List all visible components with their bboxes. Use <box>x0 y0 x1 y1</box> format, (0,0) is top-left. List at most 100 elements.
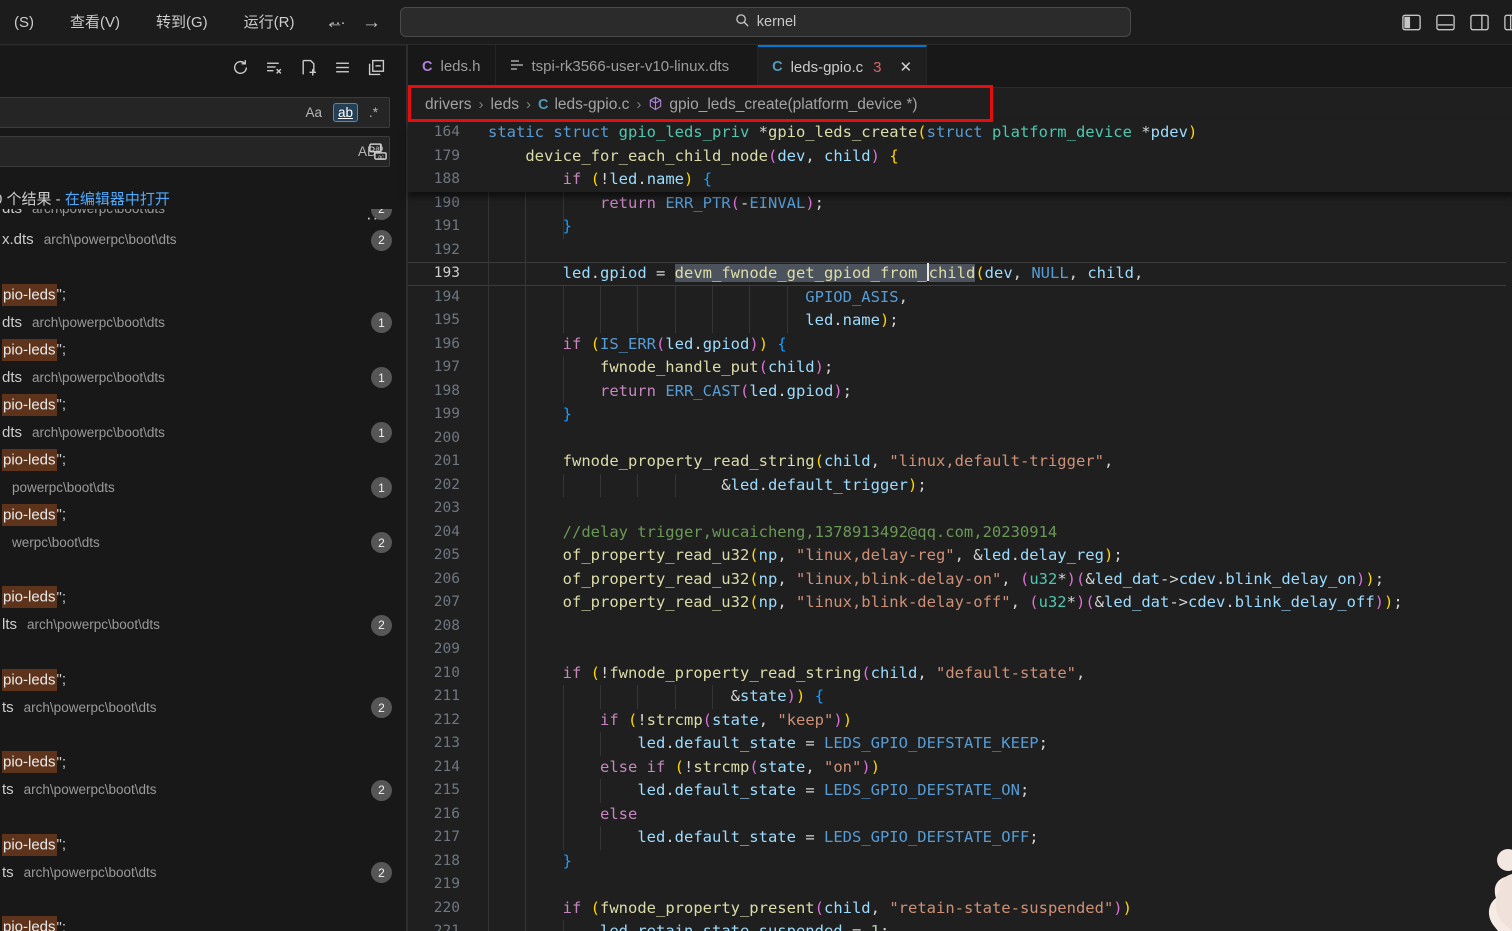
replace-all-icon[interactable]: abac <box>368 141 388 166</box>
clear-search-results-icon[interactable] <box>264 57 284 77</box>
code-line-201[interactable]: 201 fwnode_property_read_string(child, "… <box>408 450 1512 474</box>
tab-leds.h[interactable]: Cleds.h <box>408 45 496 88</box>
result-match-row[interactable]: pio-leds"; <box>0 584 406 612</box>
line-number: 193 <box>408 262 460 286</box>
result-file-row[interactable]: dtsarch\powerpc\boot\dts1 <box>0 309 406 337</box>
menu-item-run[interactable]: 运行(R) <box>226 0 313 45</box>
menu-item-goto[interactable]: 转到(G) <box>138 0 226 45</box>
code-line-221[interactable]: 221 led.retain_state_suspended = 1; <box>408 920 1512 931</box>
collapse-all-icon[interactable] <box>366 57 386 77</box>
code-line-188[interactable]: 188 if (!led.name) { <box>408 168 1512 192</box>
code-line-202[interactable]: 202 &led.default_trigger); <box>408 474 1512 498</box>
result-match-row-empty <box>0 886 406 914</box>
result-file-row[interactable]: ltsarch\powerpc\boot\dts2 <box>0 611 406 639</box>
code-line-179[interactable]: 179 device_for_each_child_node(dev, chil… <box>408 145 1512 169</box>
result-match-row[interactable]: pio-leds"; <box>0 446 406 474</box>
code-line-196[interactable]: 196 if (IS_ERR(led.gpiod)) { <box>408 333 1512 357</box>
breadcrumb-item-leds-gpio.c[interactable]: Cleds-gpio.c <box>538 96 629 114</box>
command-center-search[interactable]: kernel <box>400 7 1131 37</box>
code-line-208[interactable]: 208 <box>408 615 1512 639</box>
result-file-row[interactable]: x.dtsarch\powerpc\boot\dts2 <box>0 226 406 254</box>
result-file-row[interactable]: dtsarch\powerpc\boot\dts1 <box>0 364 406 392</box>
result-file-row[interactable]: tsarch\powerpc\boot\dts2 <box>0 776 406 804</box>
result-match-row[interactable]: pio-leds"; <box>0 501 406 529</box>
code-line-216[interactable]: 216 else <box>408 803 1512 827</box>
back-arrow-icon[interactable]: ← <box>325 12 344 34</box>
tab-badge: 3 <box>873 59 881 76</box>
match-case-toggle[interactable]: Aa <box>300 103 327 122</box>
code-line-193[interactable]: 193 led.gpiod = devm_fwnode_get_gpiod_fr… <box>408 262 1512 286</box>
menu-item-selection[interactable]: (S) <box>0 0 52 45</box>
code-line-207[interactable]: 207 of_property_read_u32(np, "linux,blin… <box>408 591 1512 615</box>
code-line-218[interactable]: 218 } <box>408 850 1512 874</box>
result-file-row[interactable]: dtsarch\powerpc\boot\dts2 <box>0 209 406 223</box>
line-number: 215 <box>408 779 460 803</box>
code-line-195[interactable]: 195 led.name); <box>408 309 1512 333</box>
view-as-list-icon[interactable] <box>332 57 352 77</box>
toggle-secondary-sidebar-icon[interactable] <box>1469 12 1490 33</box>
whole-word-toggle[interactable]: ab <box>333 103 358 122</box>
code-line-210[interactable]: 210 if (!fwnode_property_read_string(chi… <box>408 662 1512 686</box>
code-line-190[interactable]: 190 return ERR_PTR(-EINVAL); <box>408 192 1512 216</box>
result-file-row[interactable]: tsarch\powerpc\boot\dts2 <box>0 694 406 722</box>
code-editor[interactable]: 190 return ERR_PTR(-EINVAL);191 }192193 … <box>408 192 1512 931</box>
menu-item-view[interactable]: 查看(V) <box>52 0 138 45</box>
code-line-215[interactable]: 215 led.default_state = LEDS_GPIO_DEFSTA… <box>408 779 1512 803</box>
sticky-scroll: 164static struct gpio_leds_priv *gpio_le… <box>408 121 1512 192</box>
replace-input[interactable]: AB <box>0 136 390 167</box>
code-line-197[interactable]: 197 fwnode_handle_put(child); <box>408 356 1512 380</box>
code-line-203[interactable]: 203 <box>408 497 1512 521</box>
breadcrumb-item-leds[interactable]: leds <box>491 96 519 114</box>
code-line-164[interactable]: 164static struct gpio_leds_priv *gpio_le… <box>408 121 1512 145</box>
code-line-204[interactable]: 204 //delay trigger,wucaicheng,137891349… <box>408 521 1512 545</box>
result-match-row[interactable]: pio-leds"; <box>0 336 406 364</box>
code-line-214[interactable]: 214 else if (!strcmp(state, "on")) <box>408 756 1512 780</box>
code-line-198[interactable]: 198 return ERR_CAST(led.gpiod); <box>408 380 1512 404</box>
regex-toggle[interactable]: .* <box>364 103 383 122</box>
refresh-icon[interactable] <box>230 57 250 77</box>
result-file-row[interactable]: dtsarch\powerpc\boot\dts1 <box>0 419 406 447</box>
code-line-212[interactable]: 212 if (!strcmp(state, "keep")) <box>408 709 1512 733</box>
code-line-209[interactable]: 209 <box>408 638 1512 662</box>
tab-tspi-rk3566-user-v10-linux.dts[interactable]: tspi-rk3566-user-v10-linux.dts <box>496 45 759 88</box>
result-file-row[interactable]: powerpc\boot\dts1 <box>0 474 406 502</box>
result-match-row[interactable]: pio-leds"; <box>0 666 406 694</box>
result-file-name: ts <box>2 699 14 716</box>
result-match-row[interactable]: pio-leds"; <box>0 391 406 419</box>
toggle-panel-icon[interactable] <box>1435 12 1456 33</box>
search-input[interactable]: Aa ab .* <box>0 97 390 128</box>
match-count-badge: 2 <box>371 209 392 220</box>
code-line-205[interactable]: 205 of_property_read_u32(np, "linux,dela… <box>408 544 1512 568</box>
code-line-194[interactable]: 194 GPIOD_ASIS, <box>408 286 1512 310</box>
customize-layout-icon[interactable] <box>1503 12 1512 33</box>
line-number: 179 <box>408 145 460 169</box>
svg-text:ac: ac <box>378 154 384 160</box>
result-file-path: arch\powerpc\boot\dts <box>44 232 177 247</box>
result-match-row[interactable]: pio-leds"; <box>0 831 406 859</box>
toggle-primary-sidebar-icon[interactable] <box>1401 12 1422 33</box>
forward-arrow-icon[interactable]: → <box>362 12 381 34</box>
match-count-badge: 2 <box>371 697 392 718</box>
code-line-191[interactable]: 191 } <box>408 215 1512 239</box>
close-tab-icon[interactable]: ✕ <box>899 58 912 76</box>
result-match-row[interactable]: pio-leds"; <box>0 914 406 931</box>
code-line-219[interactable]: 219 <box>408 873 1512 897</box>
breadcrumb: drivers›leds›Cleds-gpio.c›gpio_leds_crea… <box>408 88 1512 121</box>
breadcrumb-item-drivers[interactable]: drivers <box>425 96 472 114</box>
tab-leds-gpio.c[interactable]: Cleds-gpio.c3✕ <box>758 45 927 88</box>
result-file-row[interactable]: tsarch\powerpc\boot\dts2 <box>0 859 406 887</box>
result-match-row[interactable]: pio-leds"; <box>0 749 406 777</box>
breadcrumb-item-symbol[interactable]: gpio_leds_create(platform_device *) <box>648 96 917 114</box>
open-in-editor-link[interactable]: 在编辑器中打开 <box>65 191 170 208</box>
open-new-search-editor-icon[interactable] <box>298 57 318 77</box>
code-line-206[interactable]: 206 of_property_read_u32(np, "linux,blin… <box>408 568 1512 592</box>
code-line-200[interactable]: 200 <box>408 427 1512 451</box>
code-line-211[interactable]: 211 &state)) { <box>408 685 1512 709</box>
code-line-192[interactable]: 192 <box>408 239 1512 263</box>
code-line-213[interactable]: 213 led.default_state = LEDS_GPIO_DEFSTA… <box>408 732 1512 756</box>
result-match-row[interactable]: pio-leds"; <box>0 281 406 309</box>
code-line-199[interactable]: 199 } <box>408 403 1512 427</box>
code-line-220[interactable]: 220 if (fwnode_property_present(child, "… <box>408 897 1512 921</box>
result-file-row[interactable]: werpc\boot\dts2 <box>0 529 406 557</box>
code-line-217[interactable]: 217 led.default_state = LEDS_GPIO_DEFSTA… <box>408 826 1512 850</box>
